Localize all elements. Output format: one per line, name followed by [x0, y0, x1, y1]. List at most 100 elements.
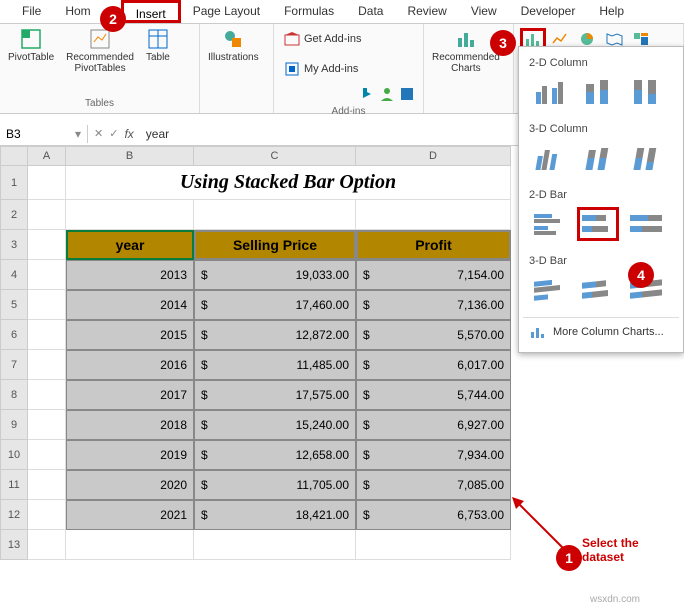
row-header[interactable]: 10 [0, 440, 28, 470]
cell-selling[interactable]: $15,240.00 [194, 410, 356, 440]
col-header-d[interactable]: D [356, 146, 511, 166]
cell[interactable] [66, 530, 194, 560]
cell-selling[interactable]: $12,658.00 [194, 440, 356, 470]
row-header[interactable]: 7 [0, 350, 28, 380]
cell[interactable] [28, 380, 66, 410]
cell[interactable] [28, 410, 66, 440]
cell-selling[interactable]: $12,872.00 [194, 320, 356, 350]
100-stacked-column-option[interactable] [625, 75, 667, 109]
header-selling[interactable]: Selling Price [194, 230, 356, 260]
tab-formulas[interactable]: Formulas [272, 0, 346, 23]
clustered-bar-option[interactable] [529, 207, 571, 241]
cell[interactable] [28, 440, 66, 470]
100-stacked-bar-option[interactable] [625, 207, 667, 241]
illustrations-button[interactable]: Illustrations [204, 26, 263, 65]
tab-data[interactable]: Data [346, 0, 395, 23]
stacked-column-option[interactable] [577, 75, 619, 109]
3d-100-stacked-column-option[interactable] [625, 141, 667, 175]
cell-selling[interactable]: $11,705.00 [194, 470, 356, 500]
tab-help[interactable]: Help [587, 0, 636, 23]
select-all-corner[interactable] [0, 146, 28, 166]
tab-insert[interactable]: Insert [121, 0, 181, 23]
cell-profit[interactable]: $6,927.00 [356, 410, 511, 440]
cell-profit[interactable]: $6,017.00 [356, 350, 511, 380]
row-header[interactable]: 11 [0, 470, 28, 500]
name-box[interactable]: B3 ▾ [0, 125, 88, 143]
cell[interactable] [28, 290, 66, 320]
row-header[interactable]: 13 [0, 530, 28, 560]
cell-selling[interactable]: $17,460.00 [194, 290, 356, 320]
tab-developer[interactable]: Developer [509, 0, 588, 23]
tab-view[interactable]: View [459, 0, 509, 23]
cell[interactable] [28, 230, 66, 260]
dropdown-icon[interactable]: ▾ [75, 127, 81, 141]
cell-profit[interactable]: $5,744.00 [356, 380, 511, 410]
cell-profit[interactable]: $7,154.00 [356, 260, 511, 290]
cell-profit[interactable]: $7,136.00 [356, 290, 511, 320]
row-header[interactable]: 3 [0, 230, 28, 260]
cell[interactable] [356, 200, 511, 230]
cell-profit[interactable]: $5,570.00 [356, 320, 511, 350]
pivottable-button[interactable]: PivotTable [4, 26, 58, 65]
cell-year[interactable]: 2019 [66, 440, 194, 470]
col-header-a[interactable]: A [28, 146, 66, 166]
cell-profit[interactable]: $7,934.00 [356, 440, 511, 470]
cell[interactable] [28, 200, 66, 230]
clustered-column-option[interactable] [529, 75, 571, 109]
cell-year[interactable]: 2017 [66, 380, 194, 410]
3d-clustered-bar-option[interactable] [529, 273, 571, 307]
tab-review[interactable]: Review [395, 0, 458, 23]
cell[interactable] [66, 200, 194, 230]
cell-year[interactable]: 2015 [66, 320, 194, 350]
cell-year[interactable]: 2021 [66, 500, 194, 530]
tab-page-layout[interactable]: Page Layout [181, 0, 272, 23]
cell[interactable] [28, 500, 66, 530]
get-addins-button[interactable]: Get Add-ins [282, 30, 415, 48]
bing-icon[interactable] [359, 86, 375, 102]
row-header[interactable]: 4 [0, 260, 28, 290]
cell-selling[interactable]: $18,421.00 [194, 500, 356, 530]
row-header[interactable]: 9 [0, 410, 28, 440]
more-column-charts-button[interactable]: More Column Charts... [523, 317, 679, 346]
cell-selling[interactable]: $11,485.00 [194, 350, 356, 380]
cell-year[interactable]: 2014 [66, 290, 194, 320]
enter-icon[interactable]: ✓ [109, 127, 118, 140]
col-header-c[interactable]: C [194, 146, 356, 166]
cell[interactable] [28, 530, 66, 560]
3d-clustered-column-option[interactable] [529, 141, 571, 175]
cell-year[interactable]: 2013 [66, 260, 194, 290]
header-profit[interactable]: Profit [356, 230, 511, 260]
cancel-icon[interactable]: ✕ [94, 127, 103, 140]
cell-selling[interactable]: $17,575.00 [194, 380, 356, 410]
cell-year[interactable]: 2018 [66, 410, 194, 440]
cell[interactable] [356, 530, 511, 560]
title-cell[interactable]: Using Stacked Bar Option [66, 166, 511, 200]
3d-stacked-column-option[interactable] [577, 141, 619, 175]
row-header[interactable]: 2 [0, 200, 28, 230]
row-header[interactable]: 5 [0, 290, 28, 320]
row-header[interactable]: 8 [0, 380, 28, 410]
visio-icon[interactable] [399, 86, 415, 102]
cell[interactable] [28, 470, 66, 500]
cell[interactable] [28, 320, 66, 350]
cell[interactable] [28, 260, 66, 290]
header-year[interactable]: year [66, 230, 194, 260]
cell-year[interactable]: 2016 [66, 350, 194, 380]
cell[interactable] [28, 166, 66, 200]
row-header[interactable]: 1 [0, 166, 28, 200]
tab-file[interactable]: File [10, 0, 53, 23]
people-icon[interactable] [379, 86, 395, 102]
cell-profit[interactable]: $6,753.00 [356, 500, 511, 530]
cell-selling[interactable]: $19,033.00 [194, 260, 356, 290]
my-addins-button[interactable]: My Add-ins [282, 60, 415, 78]
cell[interactable] [28, 350, 66, 380]
cell[interactable] [194, 200, 356, 230]
3d-stacked-bar-option[interactable] [577, 273, 619, 307]
fx-icon[interactable]: fx [124, 127, 133, 141]
cell-year[interactable]: 2020 [66, 470, 194, 500]
row-header[interactable]: 6 [0, 320, 28, 350]
cell[interactable] [194, 530, 356, 560]
table-button[interactable]: Table [142, 26, 174, 65]
recommended-pivot-button[interactable]: Recommended PivotTables [62, 26, 138, 76]
col-header-b[interactable]: B [66, 146, 194, 166]
